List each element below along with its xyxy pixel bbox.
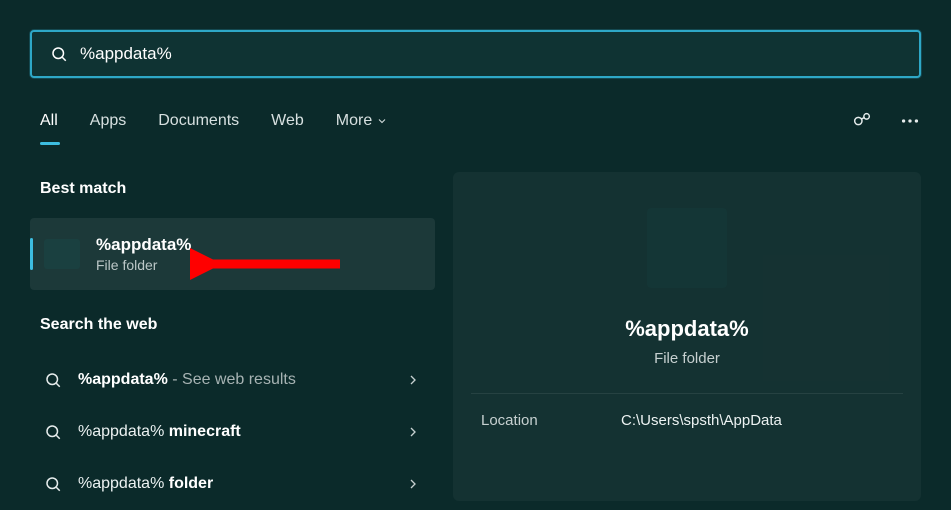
search-icon [50, 45, 68, 63]
preview-title: %appdata% [453, 316, 921, 342]
preview-thumbnail [647, 208, 727, 288]
tab-web[interactable]: Web [271, 112, 304, 130]
best-match-item[interactable]: %appdata% File folder [30, 218, 435, 290]
web-result-text: %appdata% - See web results [78, 371, 405, 389]
chevron-right-icon [405, 424, 421, 440]
preview-location-row: Location C:\Users\spsth\AppData [453, 412, 921, 429]
best-match-title: %appdata% [96, 235, 191, 255]
tab-all[interactable]: All [40, 112, 58, 130]
web-result-row[interactable]: %appdata% minecraft [30, 406, 435, 458]
tab-apps[interactable]: Apps [90, 112, 126, 130]
preview-panel: %appdata% File folder Location C:\Users\… [453, 172, 921, 501]
selection-accent [30, 238, 33, 270]
preview-location-label: Location [481, 412, 621, 429]
search-icon [44, 423, 62, 441]
search-web-heading: Search the web [40, 316, 435, 334]
chevron-right-icon [405, 372, 421, 388]
best-match-heading: Best match [40, 180, 435, 198]
preview-subtitle: File folder [453, 350, 921, 367]
web-result-text: %appdata% folder [78, 475, 405, 493]
results-panel: Best match %appdata% File folder Search … [30, 180, 435, 510]
tab-documents[interactable]: Documents [158, 112, 239, 130]
search-tabs: All Apps Documents Web More [40, 112, 388, 130]
web-result-row[interactable]: %appdata% - See web results [30, 354, 435, 406]
tab-active-indicator [40, 142, 60, 145]
divider [471, 393, 903, 394]
search-icon [44, 475, 62, 493]
search-input[interactable] [80, 44, 919, 64]
tab-more-label: More [336, 112, 372, 130]
more-options-icon[interactable] [899, 110, 921, 132]
tab-more[interactable]: More [336, 112, 388, 130]
header-actions [851, 110, 921, 132]
search-box[interactable] [30, 30, 921, 78]
folder-icon [44, 239, 80, 269]
focus-assist-icon[interactable] [851, 110, 873, 132]
search-icon [44, 371, 62, 389]
best-match-subtitle: File folder [96, 257, 191, 273]
web-result-text: %appdata% minecraft [78, 423, 405, 441]
chevron-down-icon [376, 115, 388, 127]
chevron-right-icon [405, 476, 421, 492]
web-result-row[interactable]: %appdata% folder [30, 458, 435, 510]
preview-location-value: C:\Users\spsth\AppData [621, 412, 782, 429]
